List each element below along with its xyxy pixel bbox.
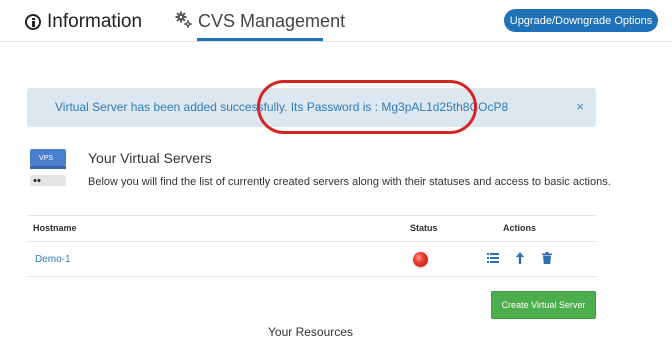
upgrade-downgrade-button[interactable]: Upgrade/Downgrade Options [504, 9, 658, 32]
hostname-link[interactable]: Demo-1 [35, 254, 71, 265]
table-top-border [27, 215, 596, 216]
column-header-hostname: Hostname [33, 223, 77, 233]
alert-message: Virtual Server has been added successful… [55, 100, 509, 114]
upload-arrow-icon[interactable] [514, 252, 526, 264]
trash-icon[interactable] [541, 252, 553, 264]
tab-cvs-management-label: CVS Management [198, 11, 346, 31]
gears-icon [175, 11, 192, 28]
tab-information-label: Information [47, 11, 143, 32]
create-virtual-server-button[interactable]: Create Virtual Server [491, 291, 596, 319]
success-alert: Virtual Server has been added successful… [27, 88, 596, 127]
list-icon[interactable] [487, 252, 499, 264]
status-stopped-icon [413, 252, 428, 267]
top-nav: Information CVS Management Upgrade/Downg… [0, 0, 672, 42]
resources-title: Your Resources [268, 325, 353, 339]
table-bottom-border [27, 276, 596, 277]
section-title: Your Virtual Servers [88, 150, 212, 166]
tab-information[interactable]: Information [25, 9, 142, 35]
column-header-actions: Actions [503, 223, 537, 233]
column-header-status: Status [410, 223, 438, 233]
table-header-border [27, 241, 596, 242]
info-circle-icon [25, 14, 41, 30]
vps-icon-label: VPS [39, 155, 53, 162]
section-description: Below you will find the list of currentl… [88, 176, 611, 188]
vps-server-icon: VPS [30, 149, 66, 186]
close-icon[interactable]: × [576, 99, 584, 114]
active-tab-indicator [197, 38, 323, 41]
